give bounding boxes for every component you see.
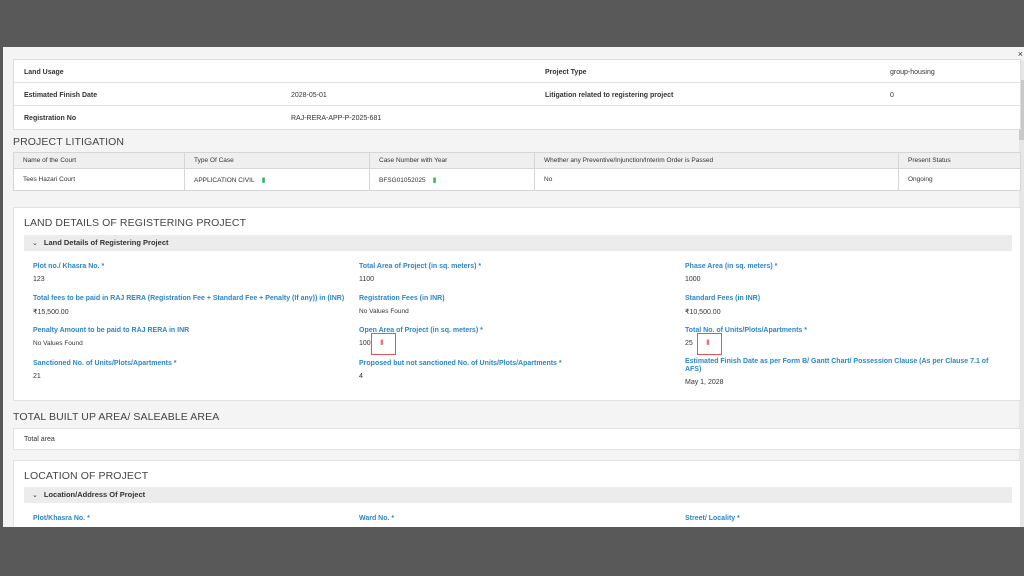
- field: Ward No. *: [359, 515, 394, 523]
- field-value: 4: [359, 373, 363, 380]
- column-header: Type Of Case: [184, 152, 370, 169]
- location-card: LOCATION OF PROJECT ⌄ Location/Address Of…: [13, 460, 1021, 527]
- detail-label: Project Type: [545, 69, 587, 76]
- land-details-card: LAND DETAILS OF REGISTERING PROJECT ⌄ Lan…: [13, 207, 1021, 401]
- field: Plot/Khasra No. *: [33, 515, 90, 523]
- table-row: Tees Hazari Court APPLICATION CIVIL ▮ BFS…: [13, 168, 1021, 191]
- field: Total Area of Project (in sq. meters) * 1…: [359, 263, 669, 283]
- table-cell: No: [534, 168, 899, 191]
- field-label: Open Area of Project (in sq. meters) *: [359, 327, 483, 334]
- chevron-down-icon[interactable]: ⌄: [32, 492, 38, 499]
- field: Street/ Locality *: [685, 515, 740, 523]
- field: Estimated Finish Date as per Form B/ Gan…: [685, 358, 995, 386]
- detail-row: Estimated Finish Date 2028-05-01 Litigat…: [14, 83, 1020, 106]
- field: Registration Fees (in INR) No Values Foun…: [359, 295, 669, 315]
- field-value: 21: [33, 373, 41, 380]
- field: Sanctioned No. of Units/Plots/Apartments…: [33, 360, 343, 380]
- comment-icon[interactable]: ▮: [706, 338, 710, 346]
- detail-label: Land Usage: [24, 69, 64, 76]
- field-label: Registration Fees (in INR): [359, 295, 445, 302]
- builtup-row: Total area: [24, 436, 55, 443]
- column-header: Case Number with Year: [369, 152, 535, 169]
- field-label: Total Area of Project (in sq. meters) *: [359, 263, 482, 270]
- field-label: Penalty Amount to be paid to RAJ RERA in…: [33, 327, 190, 334]
- land-details-subheader[interactable]: ⌄ Land Details of Registering Project: [24, 235, 1012, 251]
- subheader-label: Location/Address Of Project: [43, 490, 146, 499]
- field: Open Area of Project (in sq. meters) * 10…: [359, 327, 669, 347]
- table-cell: BFSG01052025 ▮: [369, 168, 535, 191]
- litigation-title: PROJECT LITIGATION: [13, 136, 125, 148]
- field-label: Street/ Locality *: [685, 515, 740, 522]
- field: Penalty Amount to be paid to RAJ RERA in…: [33, 327, 343, 347]
- column-header: Whether any Preventive/Injunction/Interi…: [534, 152, 899, 169]
- column-header: Present Status: [898, 152, 1021, 169]
- comment-icon[interactable]: ▮: [380, 338, 384, 346]
- project-details-table: Land Usage Project Type group-housing Es…: [13, 59, 1021, 130]
- field-label: Plot/Khasra No. *: [33, 515, 90, 522]
- field-value: No Values Found: [359, 308, 409, 315]
- comment-icon[interactable]: ▮: [262, 176, 266, 184]
- field: Plot no./ Khasra No. * 123: [33, 263, 343, 283]
- location-title: LOCATION OF PROJECT: [24, 470, 149, 482]
- field-value: ₹15,500.00: [33, 309, 69, 316]
- detail-label: Estimated Finish Date: [24, 92, 98, 99]
- detail-value: 2028-05-01: [291, 92, 327, 99]
- location-subheader[interactable]: ⌄ Location/Address Of Project: [24, 487, 1012, 503]
- field-label: Standard Fees (in INR): [685, 295, 761, 302]
- field-label: Proposed but not sanctioned No. of Units…: [359, 360, 562, 367]
- field: Phase Area (in sq. meters) * 1000: [685, 263, 995, 283]
- subheader-label: Land Details of Registering Project: [43, 238, 169, 247]
- field: Standard Fees (in INR) ₹10,500.00: [685, 295, 995, 316]
- field-label: Sanctioned No. of Units/Plots/Apartments…: [33, 360, 177, 367]
- field-label: Estimated Finish Date as per Form B/ Gan…: [685, 358, 989, 373]
- litigation-table: Name of the Court Type Of Case Case Numb…: [13, 152, 1021, 191]
- field-value: No Values Found: [33, 340, 83, 347]
- field-value: 1000: [685, 276, 701, 283]
- field-label: Phase Area (in sq. meters) *: [685, 263, 778, 270]
- field-value: 100: [359, 340, 371, 347]
- column-header: Name of the Court: [13, 152, 185, 169]
- land-details-title: LAND DETAILS OF REGISTERING PROJECT: [24, 217, 247, 229]
- case-type-text: APPLICATION CIVIL: [194, 176, 255, 184]
- case-number-text: BFSG01052025: [379, 176, 426, 184]
- builtup-title: TOTAL BUILT UP AREA/ SALEABLE AREA: [13, 411, 220, 423]
- table-cell: Tees Hazari Court: [13, 168, 185, 191]
- field: Proposed but not sanctioned No. of Units…: [359, 360, 669, 380]
- close-icon[interactable]: ×: [1018, 49, 1023, 59]
- field-value: May 1, 2028: [685, 379, 724, 386]
- field-label: Plot no./ Khasra No. *: [33, 263, 105, 270]
- comment-icon[interactable]: ▮: [433, 176, 437, 184]
- field-label: Ward No. *: [359, 515, 395, 522]
- field: Total No. of Units/Plots/Apartments * 25: [685, 327, 995, 347]
- table-header-row: Name of the Court Type Of Case Case Numb…: [13, 152, 1021, 169]
- detail-row: Land Usage Project Type group-housing: [14, 60, 1020, 83]
- chevron-down-icon[interactable]: ⌄: [32, 240, 38, 247]
- table-cell: Ongoing: [898, 168, 1021, 191]
- builtup-label: Total area: [24, 436, 55, 443]
- field-value: 123: [33, 276, 45, 283]
- modal-dialog: Land Usage Project Type group-housing Es…: [3, 47, 1024, 527]
- field: Total fees to be paid in RAJ RERA (Regis…: [33, 295, 353, 316]
- detail-value: RAJ-RERA-APP-P-2025-681: [291, 115, 382, 122]
- detail-row: Registration No RAJ-RERA-APP-P-2025-681: [14, 106, 1020, 129]
- detail-value: group-housing: [890, 69, 935, 76]
- field-label: Total fees to be paid in RAJ RERA (Regis…: [33, 295, 345, 302]
- field-label: Total No. of Units/Plots/Apartments *: [685, 327, 807, 334]
- detail-label: Litigation related to registering projec…: [545, 92, 674, 99]
- field-value: 1100: [359, 276, 375, 283]
- field-value: ₹10,500.00: [685, 309, 721, 316]
- field-value: 25: [685, 340, 693, 347]
- detail-value: 0: [890, 92, 894, 99]
- builtup-card: Total area: [13, 428, 1021, 450]
- detail-label: Registration No: [24, 115, 77, 122]
- table-cell: APPLICATION CIVIL ▮: [184, 168, 370, 191]
